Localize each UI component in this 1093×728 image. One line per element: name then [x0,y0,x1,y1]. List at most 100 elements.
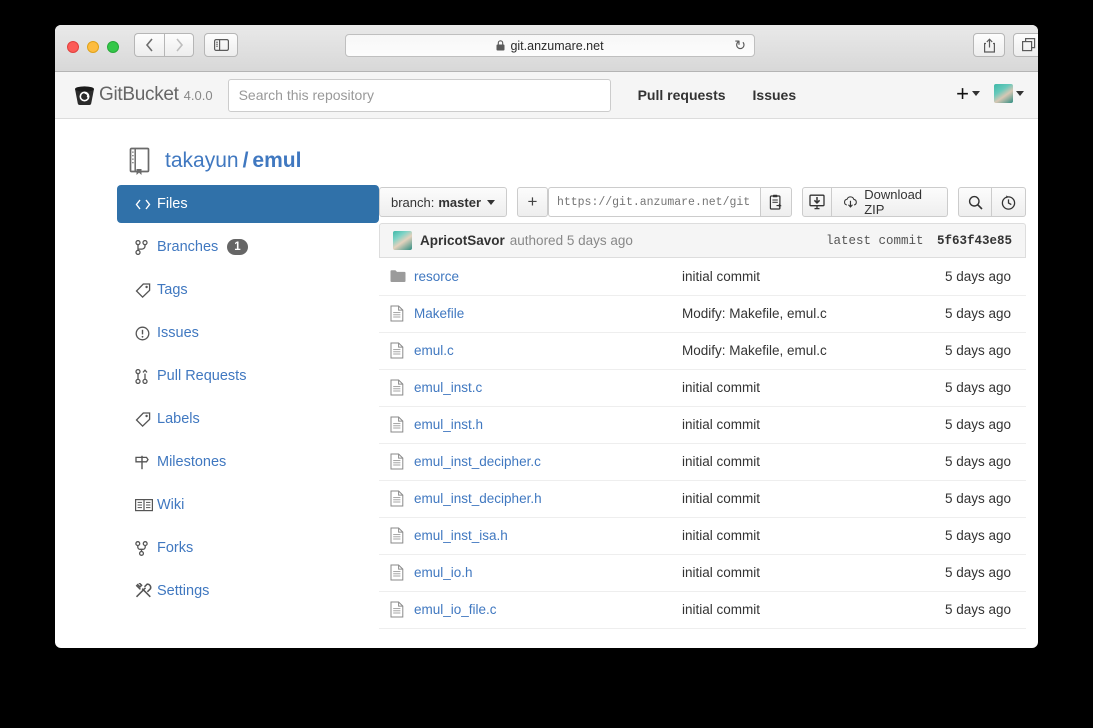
code-brackets-icon [135,198,157,211]
commit-time-text: 5 days ago [944,491,1011,506]
file-name-link[interactable]: emul_io.h [414,565,473,580]
sidebar-item-milestones[interactable]: Milestones [117,443,379,481]
file-name-cell: emul_io_file.c [413,591,681,629]
sidebar-item-label: Branches [157,239,219,255]
file-name-link[interactable]: emul_io_file.c [414,602,497,617]
sidebar-item-forks[interactable]: Forks [117,529,379,567]
file-icon [390,490,412,507]
file-name-link[interactable]: resorce [414,269,459,284]
repository-content: branch: master + https://git.anzumare.ne… [379,181,1038,629]
sidebar-item-settings[interactable]: Settings [117,572,379,610]
sidebar-toggle-button[interactable] [204,33,238,57]
file-name-link[interactable]: emul_inst.h [414,417,483,432]
back-button[interactable] [134,33,164,57]
commit-time-text: 5 days ago [944,380,1011,395]
commit-message-cell: initial commit [681,406,903,444]
repository-sidebar: Files Branches 1 Tags Issues Pull Reques… [117,181,379,629]
share-button[interactable] [973,33,1005,57]
sidebar-item-wiki[interactable]: Wiki [117,486,379,524]
commit-message-cell: Modify: Makefile, emul.c [681,332,903,370]
latest-commit-bar: ApricotSavor authored 5 days ago latest … [379,223,1026,258]
minimize-window-button[interactable] [87,41,99,53]
issue-circle-icon [135,326,157,341]
open-in-desktop-button[interactable] [801,187,833,217]
search-input[interactable] [227,78,611,112]
address-bar-url: git.anzumare.net [510,38,604,53]
file-browser-toolbar: branch: master + https://git.anzumare.ne… [379,181,1026,223]
show-all-tabs-button[interactable] [1013,33,1038,57]
clone-url-group [547,187,792,217]
table-row: emul_inst_decipher.c initial commit 5 days… [379,443,1026,481]
sidebar-panel-icon [213,39,229,51]
commit-history-button[interactable] [992,187,1026,217]
forward-button[interactable] [164,33,194,57]
file-icon [390,564,412,581]
commit-message-text: initial commit [682,602,761,617]
nav-issues[interactable]: Issues [753,87,797,103]
clone-url-input[interactable] [547,187,760,217]
sidebar-item-issues[interactable]: Issues [117,314,379,352]
file-icon [390,416,412,433]
file-name-link[interactable]: emul_inst_decipher.c [414,454,541,469]
commit-time-text: 5 days ago [944,528,1011,543]
chevron-right-icon [175,38,183,52]
file-name-link[interactable]: emul_inst_decipher.h [414,491,542,506]
commit-message-text: initial commit [682,380,761,395]
sidebar-item-files[interactable]: Files [117,185,379,223]
gitbucket-home-link[interactable]: GitBucket 4.0.0 [72,83,213,108]
commit-time-cell: 5 days ago [902,332,1026,370]
commit-message-text: initial commit [682,268,761,284]
file-name-cell: emul.c [413,332,681,370]
repository-owner-link[interactable]: takayun [165,149,239,172]
browser-toolbar: git.anzumare.net ↻ + [55,25,1038,72]
table-row: emul_inst_decipher.h initial commit 5 days… [379,480,1026,518]
user-menu[interactable] [994,84,1024,103]
file-icon [390,527,404,544]
chevron-down-icon [487,199,496,205]
tag-icon [135,282,157,298]
file-name-link[interactable]: emul_inst.c [414,380,482,395]
maximize-window-button[interactable] [107,41,119,53]
commit-message-text: initial commit [682,565,761,580]
add-file-button[interactable]: + [517,187,548,217]
search-code-button[interactable] [958,187,992,217]
nav-pull-requests[interactable]: Pull requests [638,87,726,103]
file-name-cell: emul_io.h [413,554,681,592]
table-row: emul.c Modify: Makefile, emul.c 5 days ago [379,332,1026,370]
close-window-button[interactable] [67,41,79,53]
tools-icon [135,583,157,599]
repository-name-link[interactable]: emul [252,149,301,172]
commit-time-cell: 5 days ago [902,406,1026,444]
sidebar-item-branches[interactable]: Branches 1 [117,228,379,266]
download-zip-button[interactable]: Download ZIP [832,187,948,217]
sidebar-item-labels[interactable]: Labels [117,400,379,438]
history-clock-icon [1001,194,1016,210]
clipboard-copy-icon [769,194,782,210]
sidebar-item-pull-requests[interactable]: Pull Requests [117,357,379,395]
repository-header: takayun / emul [55,119,1038,181]
folder-icon [390,269,412,283]
address-bar[interactable]: git.anzumare.net ↻ [345,34,755,57]
chevron-down-icon [1016,91,1024,96]
latest-commit-hash[interactable]: 5f63f43e85 [937,234,1012,248]
file-name-link[interactable]: Makefile [414,306,464,321]
sidebar-item-tags[interactable]: Tags [117,271,379,309]
branch-icon [135,239,157,255]
file-type-icon-cell [379,258,413,296]
browser-window: git.anzumare.net ↻ + [55,25,1038,648]
file-icon [390,379,404,396]
create-new-menu[interactable]: + [956,82,980,104]
app-header: GitBucket 4.0.0 Pull requests Issues + [55,72,1038,119]
chevron-down-icon [972,91,980,96]
commit-author-name[interactable]: ApricotSavor [420,233,505,248]
sidebar-item-label: Pull Requests [157,368,247,384]
file-name-link[interactable]: emul.c [414,343,454,358]
branch-selector-button[interactable]: branch: master [379,187,508,217]
commit-time-cell: 5 days ago [902,443,1026,481]
table-row: emul_inst.c initial commit 5 days ago [379,369,1026,407]
sidebar-item-label: Settings [157,583,210,599]
file-name-link[interactable]: emul_inst_isa.h [414,528,508,543]
reload-icon[interactable]: ↻ [734,37,746,54]
plus-icon: + [527,192,538,211]
copy-clone-url-button[interactable] [759,187,792,217]
